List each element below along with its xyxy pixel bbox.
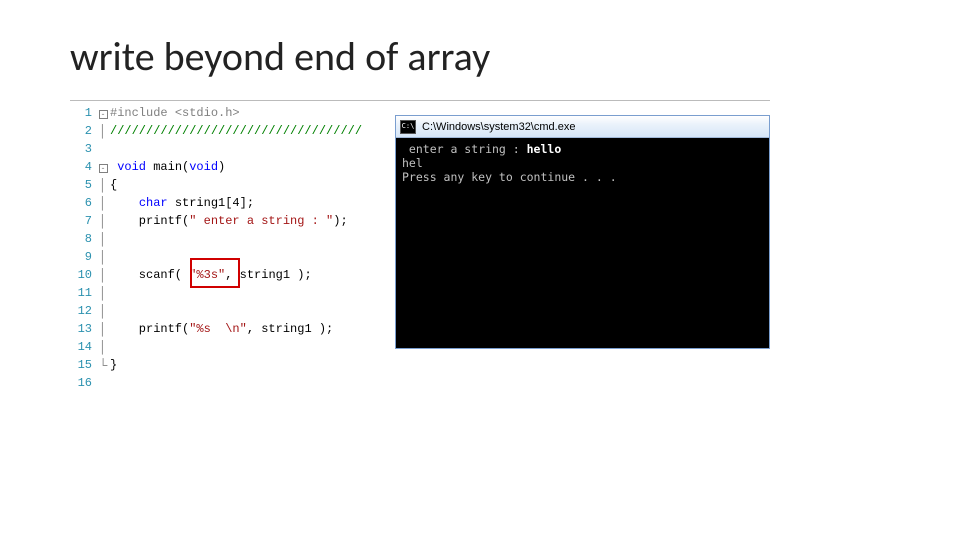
- fold-indicator: │: [96, 230, 110, 248]
- code-text: char string1[4];: [110, 194, 370, 212]
- line-number: 16: [72, 374, 96, 392]
- fold-indicator: │: [96, 122, 110, 140]
- line-number: 1: [72, 104, 96, 122]
- fold-indicator: │: [96, 320, 110, 338]
- code-line: 10│ scanf( "%3s", string1 );: [72, 266, 382, 284]
- console-window: C:\ C:\Windows\system32\cmd.exe enter a …: [395, 115, 770, 349]
- line-number: 9: [72, 248, 96, 266]
- code-line: 14│: [72, 338, 382, 356]
- console-title: C:\Windows\system32\cmd.exe: [422, 121, 575, 133]
- code-line: 4- void main(void): [72, 158, 382, 176]
- line-number: 11: [72, 284, 96, 302]
- page-title: write beyond end of array: [70, 32, 490, 81]
- line-number: 8: [72, 230, 96, 248]
- console-body: enter a string : hellohelPress any key t…: [396, 138, 769, 348]
- line-number: 4: [72, 158, 96, 176]
- code-line: 2│///////////////////////////////////: [72, 122, 382, 140]
- console-line: enter a string : hello: [402, 142, 763, 156]
- code-text: }: [110, 356, 370, 374]
- code-text: ///////////////////////////////////: [110, 122, 370, 140]
- fold-indicator: -: [96, 158, 110, 176]
- title-underline: [70, 100, 770, 101]
- fold-indicator: │: [96, 338, 110, 356]
- code-line: 16: [72, 374, 382, 392]
- fold-indicator: │: [96, 212, 110, 230]
- code-line: 8│: [72, 230, 382, 248]
- code-line: 12│: [72, 302, 382, 320]
- code-line: 15└}: [72, 356, 382, 374]
- cmd-icon-text: C:\: [402, 123, 415, 130]
- fold-indicator: │: [96, 248, 110, 266]
- code-text: {: [110, 176, 370, 194]
- code-editor: 1-#include <stdio.h>2│//////////////////…: [72, 104, 382, 392]
- code-text: printf("%s \n", string1 );: [110, 320, 370, 338]
- fold-indicator: │: [96, 194, 110, 212]
- fold-indicator: │: [96, 176, 110, 194]
- code-text: printf(" enter a string : ");: [110, 212, 370, 230]
- fold-indicator: │: [96, 266, 110, 284]
- line-number: 10: [72, 266, 96, 284]
- code-text: scanf( "%3s", string1 );: [110, 266, 370, 284]
- line-number: 7: [72, 212, 96, 230]
- code-line: 13│ printf("%s \n", string1 );: [72, 320, 382, 338]
- line-number: 5: [72, 176, 96, 194]
- console-titlebar: C:\ C:\Windows\system32\cmd.exe: [396, 116, 769, 138]
- fold-indicator: │: [96, 302, 110, 320]
- console-line: Press any key to continue . . .: [402, 170, 763, 184]
- code-line: 9│: [72, 248, 382, 266]
- code-line: 1-#include <stdio.h>: [72, 104, 382, 122]
- code-line: 3: [72, 140, 382, 158]
- code-line: 7│ printf(" enter a string : ");: [72, 212, 382, 230]
- code-line: 5│{: [72, 176, 382, 194]
- line-number: 14: [72, 338, 96, 356]
- code-line: 6│ char string1[4];: [72, 194, 382, 212]
- line-number: 12: [72, 302, 96, 320]
- code-text: void main(void): [110, 158, 370, 176]
- line-number: 6: [72, 194, 96, 212]
- line-number: 3: [72, 140, 96, 158]
- fold-indicator: -: [96, 104, 110, 122]
- line-number: 13: [72, 320, 96, 338]
- line-number: 2: [72, 122, 96, 140]
- code-line: 11│: [72, 284, 382, 302]
- line-number: 15: [72, 356, 96, 374]
- fold-indicator: │: [96, 284, 110, 302]
- console-line: hel: [402, 156, 763, 170]
- slide: write beyond end of array 1-#include <st…: [0, 0, 960, 540]
- cmd-icon: C:\: [400, 120, 416, 134]
- code-text: #include <stdio.h>: [110, 104, 370, 122]
- fold-indicator: └: [96, 356, 110, 374]
